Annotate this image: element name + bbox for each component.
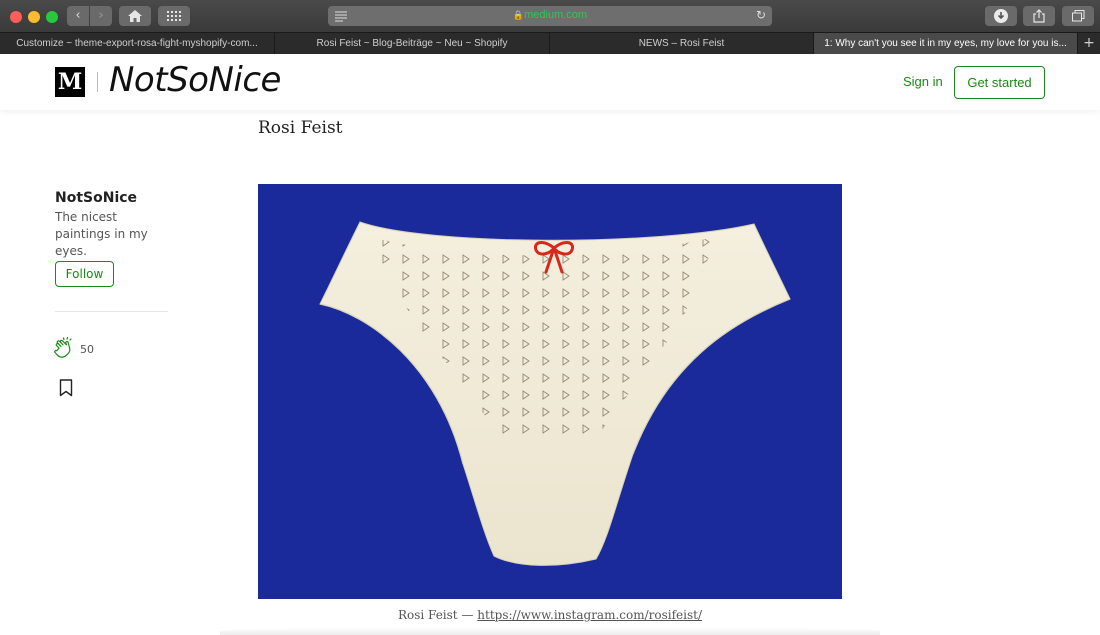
header-divider	[97, 72, 98, 92]
address-bar[interactable]: 🔒medium.com ↻	[328, 6, 772, 26]
reload-icon[interactable]: ↻	[756, 8, 766, 22]
chevron-left-icon: ‹	[75, 8, 81, 23]
url-display: 🔒medium.com	[512, 9, 588, 21]
clap-count: 50	[80, 343, 94, 356]
close-window-button[interactable]	[10, 11, 22, 23]
sidebar-description: The nicest paintings in my eyes.	[55, 210, 148, 258]
follow-button[interactable]: Follow	[55, 261, 114, 287]
top-sites-button[interactable]	[158, 6, 190, 26]
forward-button[interactable]: ›	[90, 6, 112, 26]
sidebar-divider	[55, 311, 168, 312]
caption-link[interactable]: https://www.instagram.com/rosifeist/	[477, 608, 702, 622]
lock-icon: 🔒	[512, 10, 525, 20]
sign-in-link[interactable]: Sign in	[903, 74, 943, 89]
get-started-button[interactable]: Get started	[954, 66, 1045, 99]
show-tabs-button[interactable]	[1062, 6, 1094, 26]
bookmark-icon[interactable]	[59, 379, 73, 397]
sidebar-publication-title[interactable]: NotSoNice	[55, 190, 137, 206]
clap-icon[interactable]	[52, 337, 76, 361]
browser-toolbar: ‹ › 🔒medium.com ↻	[0, 0, 1100, 32]
home-icon	[128, 10, 142, 22]
browser-tab-active[interactable]: 1: Why can't you see it in my eyes, my l…	[814, 33, 1078, 54]
tab-bar: Customize ~ theme-export-rosa-fight-mysh…	[0, 32, 1100, 54]
site-header: M NotSoNice Sign in Get started	[0, 54, 1100, 110]
download-icon	[994, 9, 1008, 23]
home-button[interactable]	[119, 6, 151, 26]
zoom-window-button[interactable]	[46, 11, 58, 23]
publication-logo[interactable]: NotSoNice	[109, 60, 281, 100]
article-image	[258, 184, 842, 599]
share-button[interactable]	[1023, 6, 1055, 26]
image-caption: Rosi Feist — https://www.instagram.com/r…	[0, 608, 1100, 622]
downloads-button[interactable]	[985, 6, 1017, 26]
grid-icon	[167, 11, 181, 21]
bottom-bar-shadow	[220, 627, 880, 635]
browser-tab[interactable]: Customize ~ theme-export-rosa-fight-mysh…	[0, 33, 275, 54]
medium-logo[interactable]: M	[55, 67, 85, 97]
back-button[interactable]: ‹	[67, 6, 89, 26]
paper-cut-underwear-illustration	[319, 221, 791, 566]
caption-text: Rosi Feist —	[397, 608, 478, 622]
share-icon	[1033, 9, 1045, 23]
new-tab-button[interactable]: +	[1078, 33, 1100, 54]
article-author[interactable]: Rosi Feist	[258, 118, 343, 138]
minimize-window-button[interactable]	[28, 11, 40, 23]
chevron-right-icon: ›	[98, 8, 104, 23]
browser-tab[interactable]: Rosi Feist ~ Blog-Beiträge ~ Neu ~ Shopi…	[275, 33, 550, 54]
tabs-overview-icon	[1071, 10, 1084, 22]
browser-tab[interactable]: NEWS – Rosi Feist	[550, 33, 814, 54]
